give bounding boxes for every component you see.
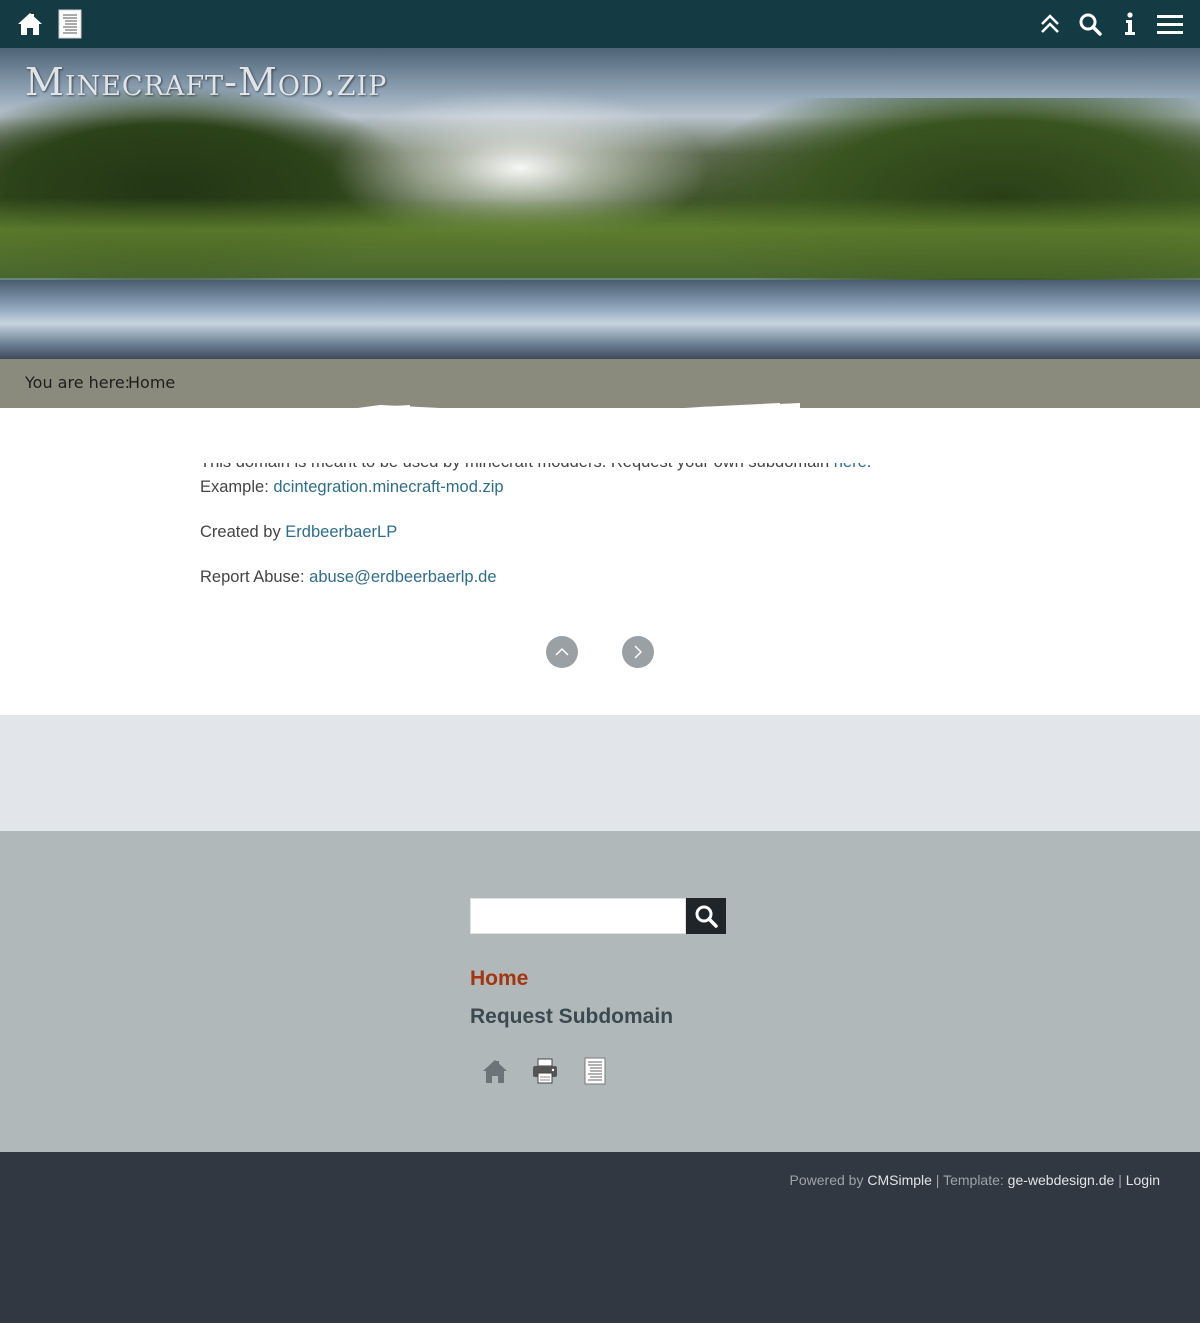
- sitemap-icon[interactable]: [54, 8, 86, 40]
- menu-item-request-subdomain[interactable]: Request Subdomain: [470, 1005, 673, 1029]
- top-bar: [0, 0, 1200, 48]
- info-icon[interactable]: [1114, 8, 1146, 40]
- template-label: | Template:: [931, 1172, 1008, 1188]
- breadcrumb-current: Home: [128, 373, 176, 392]
- powered-by-label: Powered by: [789, 1172, 868, 1188]
- sidebar-section: Home Request Subdomain: [0, 831, 1200, 1152]
- example-label: Example:: [200, 478, 274, 496]
- example-link[interactable]: dcintegration.minecraft-mod.zip: [273, 478, 503, 496]
- breadcrumb: You are here: Home: [0, 359, 1200, 408]
- site-title[interactable]: Minecraft-Mod.zip: [25, 60, 387, 104]
- home-icon[interactable]: [480, 1056, 510, 1086]
- home-icon[interactable]: [14, 8, 46, 40]
- banner-grass: [0, 198, 1200, 278]
- abuse-email-link[interactable]: abuse@erdbeerbaerlp.de: [309, 568, 496, 586]
- login-link[interactable]: Login: [1126, 1172, 1160, 1188]
- footer-separator: |: [1114, 1172, 1126, 1188]
- abuse-paragraph: Report Abuse: abuse@erdbeerbaerlp.de: [200, 565, 960, 590]
- chevron-up-icon: [555, 647, 569, 656]
- template-link[interactable]: ge-webdesign.de: [1008, 1172, 1115, 1188]
- content-body: This domain is meant to be used by minec…: [200, 450, 960, 610]
- search-icon: [695, 905, 718, 928]
- footer-credits: Powered by CMSimple | Template: ge-webde…: [790, 1172, 1160, 1188]
- search-button[interactable]: [686, 898, 726, 934]
- menu-item-home[interactable]: Home: [470, 967, 528, 991]
- page-up-button[interactable]: [546, 636, 578, 668]
- torn-paper-edge: [0, 403, 1200, 463]
- chevron-right-icon: [634, 645, 643, 659]
- cmsimple-link[interactable]: CMSimple: [867, 1172, 932, 1188]
- banner-water: [0, 280, 1200, 359]
- created-label: Created by: [200, 523, 286, 541]
- print-icon[interactable]: [530, 1056, 560, 1086]
- search-input[interactable]: [470, 898, 686, 934]
- next-page-button[interactable]: [622, 636, 654, 668]
- abuse-label: Report Abuse:: [200, 568, 310, 586]
- created-paragraph: Created by ErdbeerbaerLP: [200, 520, 960, 545]
- double-chevron-up-icon[interactable]: [1034, 8, 1066, 40]
- hamburger-menu-icon[interactable]: [1154, 8, 1186, 40]
- breadcrumb-label: You are here:: [25, 373, 131, 392]
- footer: Powered by CMSimple | Template: ge-webde…: [0, 1152, 1200, 1323]
- sitemap-icon[interactable]: [580, 1056, 610, 1086]
- author-link[interactable]: ErdbeerbaerLP: [285, 523, 397, 541]
- content-bottom-band: [0, 715, 1200, 831]
- header-banner-image: Minecraft-Mod.zip: [0, 48, 1200, 359]
- search-icon[interactable]: [1074, 8, 1106, 40]
